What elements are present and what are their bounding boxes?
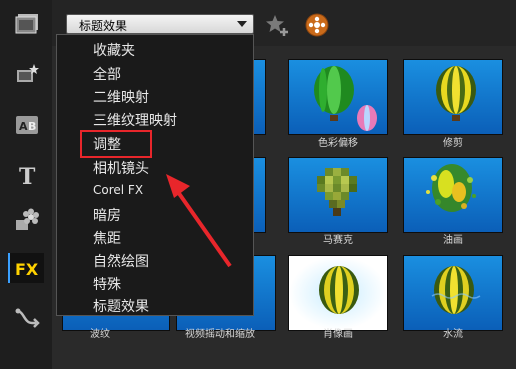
annotation-arrow-icon: [166, 174, 232, 268]
